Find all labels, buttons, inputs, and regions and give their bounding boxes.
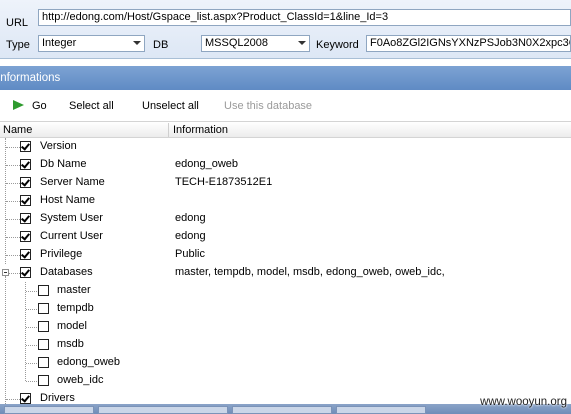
tree-line: [26, 381, 37, 382]
tree-row[interactable]: Server Name TECH-E1873512E1: [0, 174, 571, 192]
taskbar-item[interactable]: [336, 406, 426, 414]
select-all-button[interactable]: Select all: [69, 99, 114, 113]
checkbox[interactable]: [38, 303, 49, 314]
taskbar-item[interactable]: [232, 406, 332, 414]
url-label: URL: [6, 17, 29, 29]
unselect-all-button[interactable]: Unselect all: [142, 99, 199, 113]
tree-item-name: Server Name: [40, 176, 105, 188]
collapse-icon[interactable]: [2, 269, 9, 276]
type-label: Type: [6, 39, 30, 51]
tree-item-name: Version: [40, 140, 77, 152]
tree-item-name: edong_oweb: [57, 356, 121, 368]
tree-line: [6, 201, 20, 202]
tree-row[interactable]: Privilege Public: [0, 246, 571, 264]
checkbox[interactable]: [38, 357, 49, 368]
tree-row[interactable]: Version: [0, 138, 571, 156]
tree-row[interactable]: Current User edong: [0, 228, 571, 246]
checkbox[interactable]: [38, 285, 49, 296]
tree-item-info: edong: [175, 230, 206, 242]
checkbox[interactable]: [38, 321, 49, 332]
tree-item-name: Privilege: [40, 248, 83, 260]
panel-title: Informations: [0, 72, 61, 84]
use-this-database-button[interactable]: Use this database: [224, 99, 312, 113]
play-icon: [13, 100, 24, 110]
go-button[interactable]: Go: [32, 99, 47, 113]
checkbox[interactable]: [20, 195, 31, 206]
tree-item-name: Host Name: [40, 194, 96, 206]
tree-line: [6, 165, 20, 166]
tree-item-info: Public: [175, 248, 205, 260]
tree-row[interactable]: Db Name edong_oweb: [0, 156, 571, 174]
db-label: DB: [153, 39, 169, 51]
taskbar-item[interactable]: [98, 406, 228, 414]
tree-line: [6, 183, 20, 184]
tree-item-info: edong_oweb: [175, 158, 239, 170]
checkbox[interactable]: [20, 177, 31, 188]
keyword-label: Keyword: [316, 39, 359, 51]
info-tree: Version Db Name edong_oweb Server Name TECH-…: [0, 138, 571, 404]
tree-row[interactable]: Host Name: [0, 192, 571, 210]
tree-item-info: edong: [175, 212, 206, 224]
checkbox[interactable]: [20, 249, 31, 260]
tree-row[interactable]: Databases master, tempdb, model, msdb, ed…: [0, 264, 571, 282]
tree-line: [26, 345, 37, 346]
tree-line: [6, 255, 20, 256]
type-select[interactable]: Integer: [38, 35, 145, 52]
tree-line: [26, 291, 37, 292]
checkbox[interactable]: [20, 231, 31, 242]
toolbar: Go Select all Unselect all Use this data…: [0, 94, 571, 120]
db-select-value: MSSQL2008: [205, 37, 268, 49]
db-select[interactable]: MSSQL2008: [201, 35, 310, 52]
taskbar-item[interactable]: [4, 406, 94, 414]
tree-row[interactable]: System User edong: [0, 210, 571, 228]
tree-line: [6, 399, 20, 400]
tree-item-name: model: [57, 320, 87, 332]
column-information-header[interactable]: Information: [173, 124, 228, 136]
checkbox[interactable]: [20, 267, 31, 278]
chevron-down-icon: [133, 41, 141, 45]
tree-item-name: Drivers: [40, 392, 75, 404]
tree-item-info: master, tempdb, model, msdb, edong_oweb,…: [175, 266, 445, 278]
tree-line: [6, 147, 20, 148]
checkbox[interactable]: [38, 339, 49, 350]
tree-item-name: Db Name: [40, 158, 87, 170]
tree-item-name: Current User: [40, 230, 103, 242]
tree-line: [26, 363, 37, 364]
tree-child-row[interactable]: msdb: [0, 336, 571, 354]
checkbox[interactable]: [20, 213, 31, 224]
type-select-value: Integer: [42, 37, 77, 49]
keyword-input[interactable]: F0Ao8ZGl2IGNsYXNzPSJob3N0X2xpc3QiIH: [366, 35, 571, 52]
checkbox[interactable]: [38, 375, 49, 386]
informations-panel-header: Informations: [0, 66, 571, 90]
tree-child-row[interactable]: edong_oweb: [0, 354, 571, 372]
tree-child-row[interactable]: model: [0, 318, 571, 336]
column-name-header[interactable]: Name: [3, 124, 32, 136]
tree-child-row[interactable]: master: [0, 282, 571, 300]
checkbox[interactable]: [20, 141, 31, 152]
tree-line: [6, 237, 20, 238]
checkbox[interactable]: [20, 159, 31, 170]
tree-item-name: msdb: [57, 338, 84, 350]
tree-line: [26, 327, 37, 328]
url-input[interactable]: http://edong.com/Host/Gspace_list.aspx?P…: [38, 9, 571, 26]
column-divider[interactable]: [168, 123, 169, 137]
tree-item-name: tempdb: [57, 302, 94, 314]
query-bar: URL http://edong.com/Host/Gspace_list.as…: [0, 0, 571, 59]
tree-item-name: oweb_idc: [57, 374, 104, 386]
tree-item-info: TECH-E1873512E1: [175, 176, 273, 188]
tree-child-row[interactable]: tempdb: [0, 300, 571, 318]
tree-item-name: Databases: [40, 266, 93, 278]
column-header: Name Information: [0, 121, 571, 138]
tree-item-name: master: [57, 284, 91, 296]
chevron-down-icon: [298, 41, 306, 45]
checkbox[interactable]: [20, 393, 31, 404]
tree-line: [26, 309, 37, 310]
watermark: www.wooyun.org: [480, 396, 567, 408]
tree-item-name: System User: [40, 212, 103, 224]
tree-line: [6, 219, 20, 220]
tree-child-row[interactable]: oweb_idc: [0, 372, 571, 390]
